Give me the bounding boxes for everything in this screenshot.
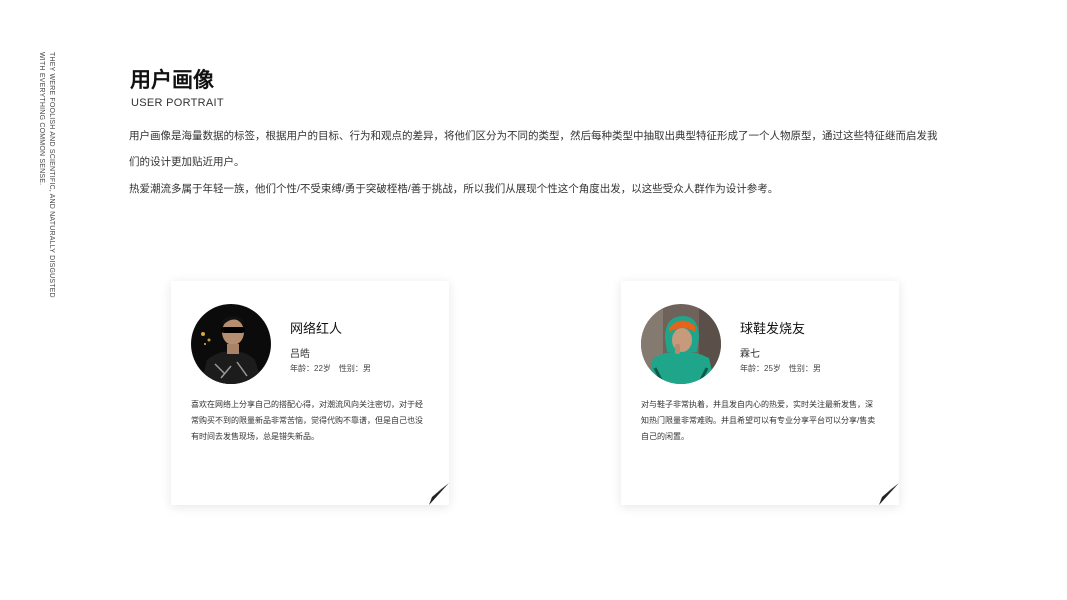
persona-age: 年龄：25岁	[740, 364, 781, 373]
persona-role: 球鞋发烧友	[740, 321, 806, 336]
persona-card-sneakerhead: 球鞋发烧友 霖七 年龄：25岁 性别：男 对与鞋子非常执着，并且发自内心的热爱，实…	[621, 281, 899, 505]
persona-age: 年龄：22岁	[290, 364, 331, 373]
intro-paragraph-2: 热爱潮流多属于年轻一族，他们个性/不受束缚/勇于突破桎梏/善于挑战，所以我们从展…	[129, 183, 779, 195]
persona-avatar	[191, 304, 271, 384]
persona-gender: 性别：男	[338, 364, 371, 373]
intro-paragraph-1: 用户画像是海量数据的标签，根据用户的目标、行为和观点的差异，将他们区分为不同的类…	[129, 130, 938, 168]
persona-role: 网络红人	[290, 321, 343, 336]
persona-avatar	[641, 304, 721, 384]
side-slogan: THEY WERE FOOLISH AND SCIENTIFIC, AND NA…	[36, 52, 56, 298]
persona-description: 对与鞋子非常执着，并且发自内心的热爱，实时关注最新发售，深知热门限量非常难购。并…	[641, 400, 876, 441]
persona-name: 霖七	[740, 349, 760, 360]
page-curl-icon	[879, 483, 899, 505]
avatar-photo-illustration	[191, 304, 271, 384]
persona-gender: 性别：男	[788, 364, 821, 373]
side-slogan-line-2: WITH EVERYTHING COMMON SENSE.	[38, 52, 45, 186]
page-title: 用户画像	[130, 69, 214, 92]
page-curl-icon	[429, 483, 449, 505]
persona-meta: 年龄：22岁 性别：男	[290, 363, 371, 374]
persona-meta: 年龄：25岁 性别：男	[740, 363, 821, 374]
persona-name: 吕皓	[290, 349, 310, 360]
side-slogan-line-1: THEY WERE FOOLISH AND SCIENTIFIC, AND NA…	[48, 52, 55, 298]
persona-card-influencer: 网络红人 吕皓 年龄：22岁 性别：男 喜欢在网络上分享自己的搭配心得，对潮流风向…	[171, 281, 449, 505]
persona-description: 喜欢在网络上分享自己的搭配心得，对潮流风向关注密切，对于经常购买不到的限量新品非…	[191, 400, 423, 441]
avatar-photo-illustration	[641, 304, 721, 384]
page-subtitle: USER PORTRAIT	[131, 97, 224, 109]
